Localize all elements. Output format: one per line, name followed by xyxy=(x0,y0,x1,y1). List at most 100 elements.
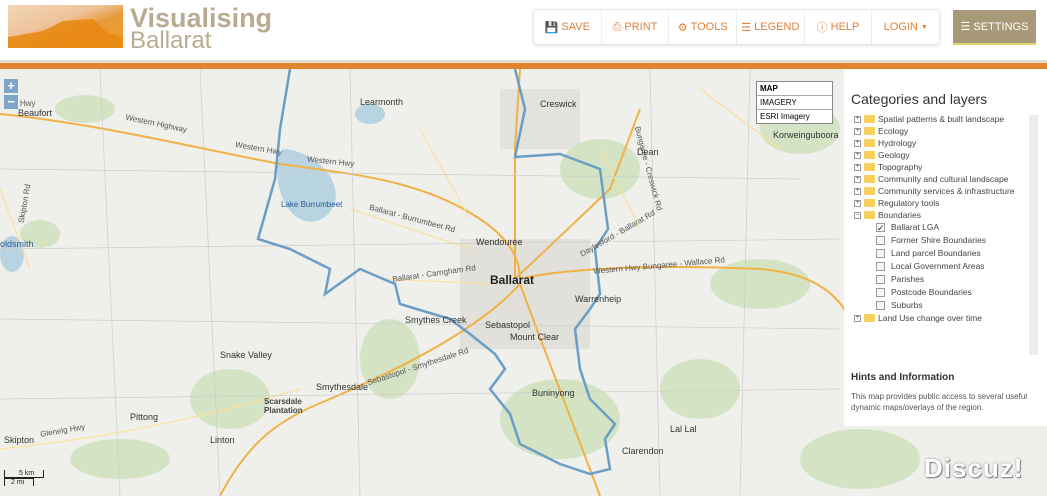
expand-icon[interactable]: + xyxy=(854,164,861,171)
layer-label: Ballarat LGA xyxy=(891,222,940,232)
caret-down-icon: ▼ xyxy=(920,23,928,31)
category-label: Community services & infrastructure xyxy=(878,186,1015,196)
folder-icon xyxy=(864,151,875,159)
category-item[interactable]: + Ecology xyxy=(854,127,1029,136)
list-icon: ☰ xyxy=(741,21,752,34)
logo-subtitle: Ballarat xyxy=(130,27,212,54)
map-label: Pittong xyxy=(130,412,159,422)
help-label: HELP xyxy=(830,21,860,33)
map-label: Korweinguboora xyxy=(773,130,839,140)
legend-button[interactable]: ☰ LEGEND xyxy=(737,10,805,44)
expand-icon[interactable]: + xyxy=(854,152,861,159)
category-item[interactable]: + Hydrology xyxy=(854,139,1029,148)
map-label: Sebastopol xyxy=(485,320,531,330)
checkbox[interactable] xyxy=(876,275,885,284)
map-label: Scarsdale Plantation xyxy=(264,397,303,415)
folder-icon xyxy=(864,199,875,207)
tools-button[interactable]: ⚙ TOOLS xyxy=(669,10,738,44)
map-label: oldsmith xyxy=(0,239,34,249)
category-item[interactable]: + Land Use change over time xyxy=(854,314,1029,323)
save-label: SAVE xyxy=(561,21,590,33)
folder-open-icon xyxy=(864,211,875,219)
category-item[interactable]: + Spatial patterns & built landscape xyxy=(854,115,1029,124)
print-icon: ⎙ xyxy=(612,20,622,33)
expand-icon[interactable]: + xyxy=(854,140,861,147)
logo-image[interactable] xyxy=(8,5,123,48)
map-label: Lal Lal xyxy=(670,424,697,434)
category-item[interactable]: + Regulatory tools xyxy=(854,199,1029,208)
settings-button[interactable]: ☰ SETTINGS xyxy=(953,10,1036,45)
map-label: Buninyong xyxy=(532,388,575,398)
zoom-out-button[interactable]: − xyxy=(4,95,18,109)
map-label: Ballarat xyxy=(490,273,535,287)
layer-item[interactable]: Suburbs xyxy=(854,301,1029,310)
category-label: Topography xyxy=(878,162,923,172)
category-label: Boundaries xyxy=(878,210,922,220)
expand-icon[interactable]: + xyxy=(854,315,861,322)
folder-icon xyxy=(864,187,875,195)
checkbox-checked[interactable]: ✓ xyxy=(876,223,885,233)
scale-km: 5 km xyxy=(4,470,44,478)
folder-icon xyxy=(864,127,875,135)
save-icon: 💾 xyxy=(544,21,559,34)
help-button[interactable]: ⓘ HELP xyxy=(805,10,873,44)
map-label: Hwy xyxy=(20,99,36,108)
basemap-switcher: MAP IMAGERY ESRI Imagery xyxy=(756,81,833,124)
expand-icon[interactable]: + xyxy=(854,200,861,207)
checkbox[interactable] xyxy=(876,249,885,258)
panel-title: Categories and layers xyxy=(851,91,988,107)
layer-label: Former Shire Boundaries xyxy=(891,235,986,245)
folder-icon xyxy=(864,314,875,322)
checkbox[interactable] xyxy=(876,236,885,245)
category-label: Hydrology xyxy=(878,138,917,148)
checkbox[interactable] xyxy=(876,262,885,271)
basemap-map[interactable]: MAP xyxy=(757,82,832,96)
expand-icon[interactable]: + xyxy=(854,116,861,123)
folder-icon xyxy=(864,175,875,183)
category-label: Community and cultural landscape xyxy=(878,174,1009,184)
layer-item[interactable]: ✓ Ballarat LGA xyxy=(854,222,1029,233)
category-item[interactable]: + Community and cultural landscape xyxy=(854,175,1029,184)
category-label: Regulatory tools xyxy=(878,198,940,208)
legend-label: LEGEND xyxy=(754,21,800,33)
expand-icon[interactable]: + xyxy=(854,188,861,195)
scrollbar[interactable] xyxy=(1029,115,1038,355)
map-label: Skipton xyxy=(4,435,35,445)
checkbox[interactable] xyxy=(876,288,885,297)
layer-item[interactable]: Postcode Boundaries xyxy=(854,288,1029,297)
map-label: Warrenheip xyxy=(575,294,622,304)
layer-label: Local Government Areas xyxy=(891,261,985,271)
category-label: Geology xyxy=(878,150,910,160)
header: Visualising Ballarat 💾 SAVE ⎙ PRINT ⚙ TOOLS… xyxy=(0,0,1047,62)
expand-icon[interactable]: + xyxy=(854,128,861,135)
basemap-imagery[interactable]: IMAGERY xyxy=(757,96,832,110)
map-label: Learmonth xyxy=(360,97,404,107)
login-label: LOGIN xyxy=(883,21,918,33)
collapse-icon[interactable]: − xyxy=(854,212,861,219)
basemap-esri-imagery[interactable]: ESRI Imagery xyxy=(757,110,832,123)
map-label: Smythesdale xyxy=(316,382,369,392)
layer-item[interactable]: Former Shire Boundaries xyxy=(854,236,1029,245)
map-label: Lake Burrumbeet xyxy=(281,200,343,209)
watermark: Discuz! xyxy=(924,453,1024,483)
category-item[interactable]: + Topography xyxy=(854,163,1029,172)
folder-icon xyxy=(864,115,875,123)
expand-icon[interactable]: + xyxy=(854,176,861,183)
category-item-boundaries[interactable]: − Boundaries xyxy=(854,211,1029,220)
layer-item[interactable]: Local Government Areas xyxy=(854,262,1029,271)
gear-icon: ⚙ xyxy=(677,21,688,34)
layer-item[interactable]: Parishes xyxy=(854,275,1029,284)
save-button[interactable]: 💾 SAVE xyxy=(534,10,602,44)
map-label: Beaufort xyxy=(18,108,53,118)
checkbox[interactable] xyxy=(876,301,885,310)
list-icon: ☰ xyxy=(960,21,971,33)
category-item[interactable]: + Community services & infrastructure xyxy=(854,187,1029,196)
map-label: Linton xyxy=(210,435,235,445)
category-label: Land Use change over time xyxy=(878,313,982,323)
layer-tree: + Spatial patterns & built landscape + Eco… xyxy=(854,115,1029,326)
layer-item[interactable]: Land parcel Boundaries xyxy=(854,249,1029,258)
zoom-in-button[interactable]: + xyxy=(4,79,18,93)
login-button[interactable]: LOGIN ▼ xyxy=(872,10,939,44)
print-button[interactable]: ⎙ PRINT xyxy=(602,10,670,44)
category-item[interactable]: + Geology xyxy=(854,151,1029,160)
